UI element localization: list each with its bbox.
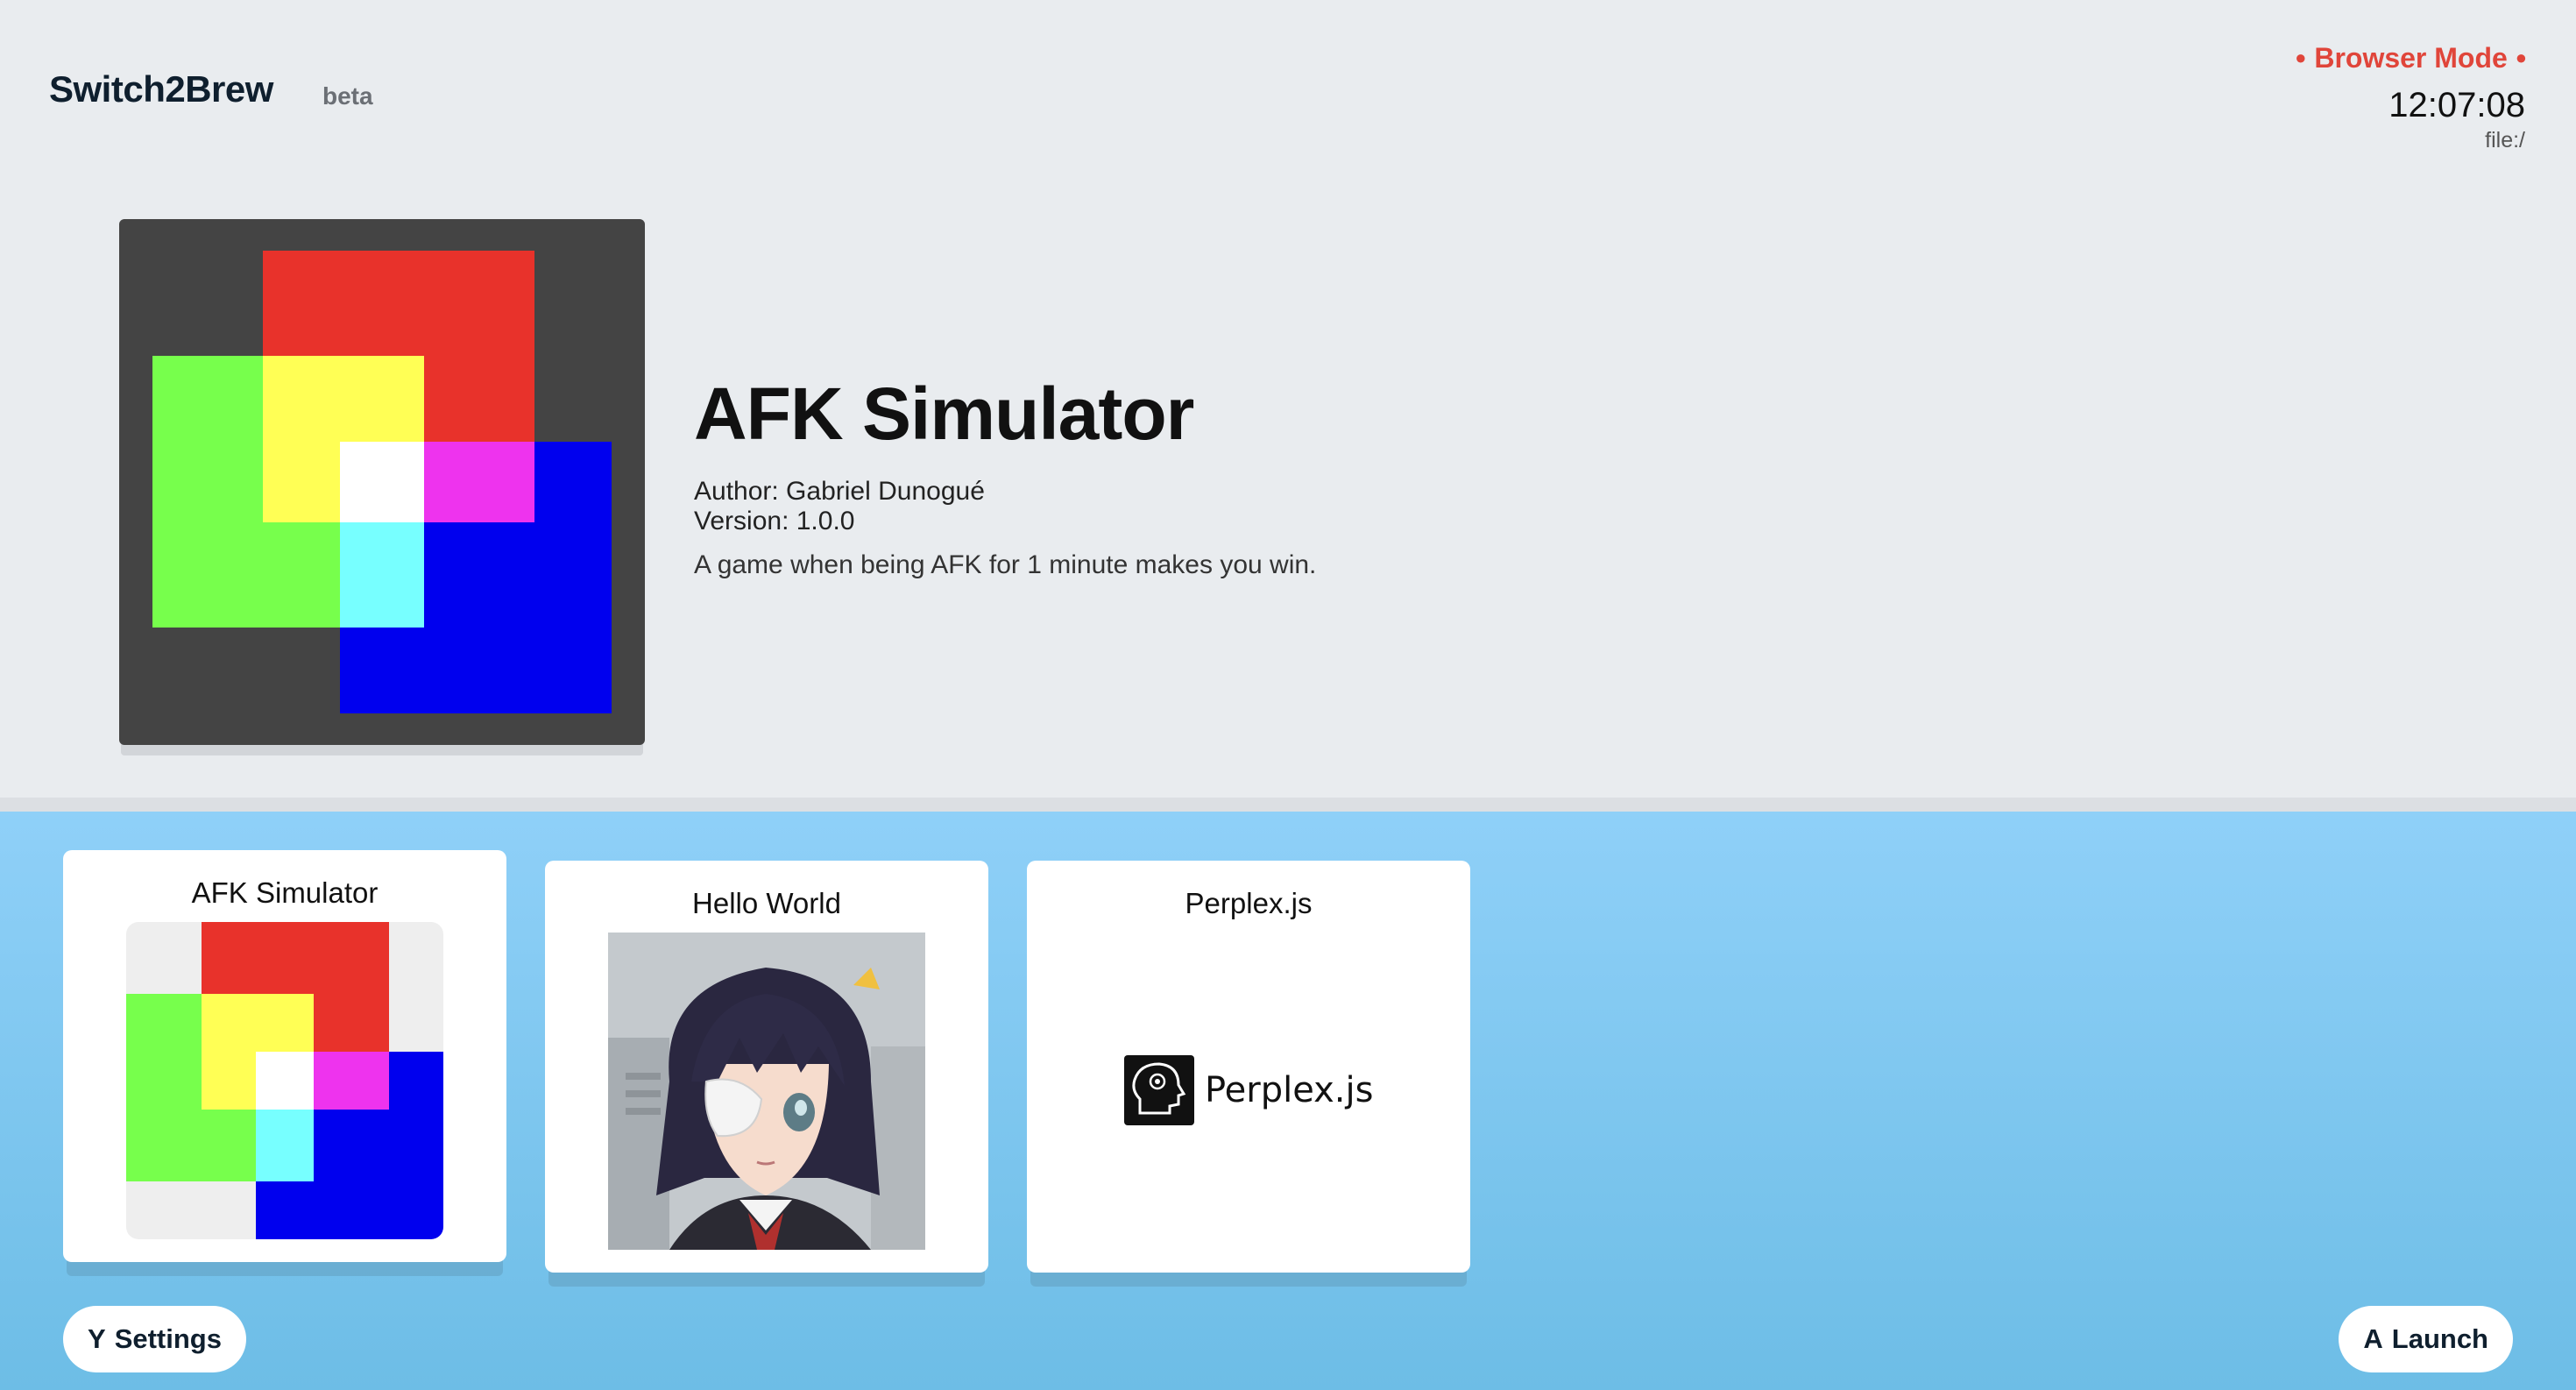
afk-simulator-icon xyxy=(126,922,443,1239)
app-card-title: Hello World xyxy=(692,887,841,919)
featured-panel: Switch2Brew beta ● Browser Mode ● 12:07:… xyxy=(0,0,2576,798)
icon-magenta-overlap xyxy=(424,442,534,522)
hero-app-icon xyxy=(119,219,645,745)
beta-badge: beta xyxy=(322,82,373,110)
app-card-afk-simulator[interactable]: AFK Simulator xyxy=(63,850,506,1262)
divider xyxy=(0,798,2576,812)
hero-app-title: AFK Simulator xyxy=(694,372,1194,455)
perplex-logo-text: Perplex.js xyxy=(1204,1070,1374,1110)
perplex-logo-icon xyxy=(1123,1055,1194,1125)
thumb-magenta-overlap xyxy=(314,1052,389,1110)
launch-button[interactable]: A Launch xyxy=(2339,1306,2513,1372)
app-card-hello-world[interactable]: Hello World xyxy=(545,861,988,1273)
hero-meta: Author: Gabriel Dunogué Version: 1.0.0 xyxy=(694,477,1316,536)
hero-description: A game when being AFK for 1 minute makes… xyxy=(694,550,1317,579)
settings-button[interactable]: Y Settings xyxy=(63,1306,246,1372)
app-card-perplex-js[interactable]: Perplex.js Perplex.js xyxy=(1027,861,1470,1273)
y-button-icon: Y xyxy=(88,1323,106,1354)
hero-version: Version: 1.0.0 xyxy=(694,507,855,535)
perplex-logo: Perplex.js xyxy=(1090,1055,1407,1125)
brand-title: Switch2Brew xyxy=(49,68,273,110)
clock: 12:07:08 xyxy=(2388,86,2525,124)
icon-cyan-overlap xyxy=(340,522,424,628)
anime-portrait xyxy=(608,933,925,1250)
thumb-white-overlap xyxy=(256,1052,314,1110)
icon-white-overlap xyxy=(340,442,424,522)
status-dot-icon: ● xyxy=(2295,46,2307,68)
url-label: file:/ xyxy=(2485,128,2525,152)
thumb-cyan-overlap xyxy=(256,1110,314,1181)
app-card-title: AFK Simulator xyxy=(191,876,379,909)
anime-character-icon xyxy=(608,933,925,1250)
launch-button-label: Launch xyxy=(2391,1323,2488,1354)
browser-mode-label: Browser Mode xyxy=(2314,42,2508,74)
browser-mode-indicator: ● Browser Mode ● xyxy=(2295,42,2527,74)
status-dot-icon: ● xyxy=(2515,46,2527,68)
hero-author: Author: Gabriel Dunogué xyxy=(694,477,985,506)
settings-button-label: Settings xyxy=(114,1323,222,1354)
hero-info: AFK Simulator Author: Gabriel Dunogué Ve… xyxy=(694,377,1316,580)
perplex-thumbnail: Perplex.js xyxy=(1090,933,1407,1250)
app-card-title: Perplex.js xyxy=(1185,887,1313,919)
a-button-icon: A xyxy=(2363,1323,2383,1354)
